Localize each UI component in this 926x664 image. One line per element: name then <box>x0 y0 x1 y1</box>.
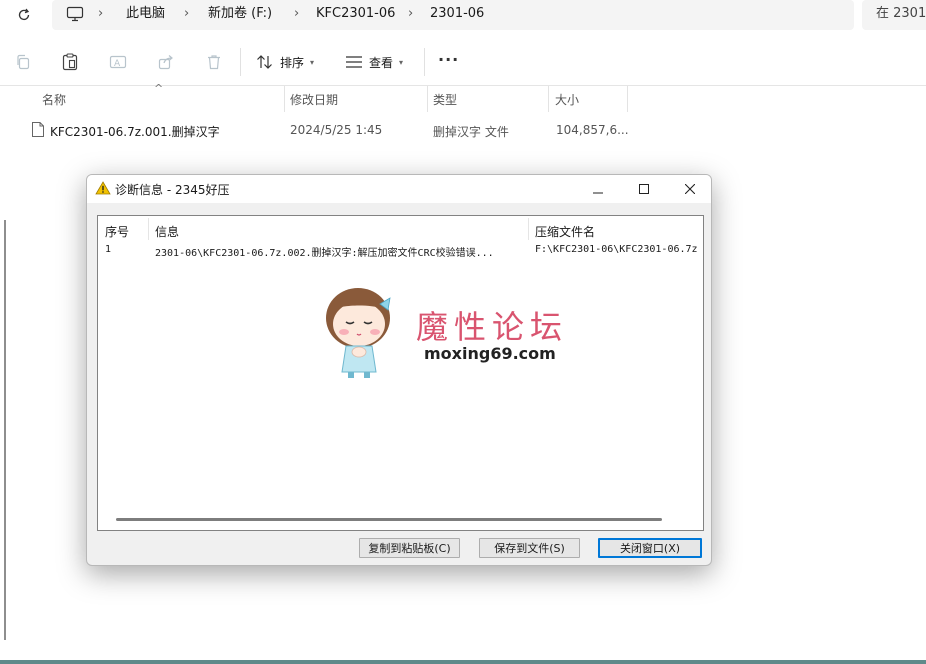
row-archive: F:\KFC2301-06\KFC2301-06.7z <box>535 244 698 255</box>
row-index: 1 <box>105 244 112 255</box>
mascot-logo <box>318 280 404 383</box>
dialog-titlebar[interactable]: 诊断信息 - 2345好压 <box>87 175 711 203</box>
maximize-icon <box>639 184 649 194</box>
chevron-down-icon: ▾ <box>399 57 404 67</box>
view-icon <box>346 56 362 68</box>
command-bar: A 排序 ▾ 查看 ▾ ··· <box>0 38 926 86</box>
breadcrumb-item-subfolder[interactable]: 2301-06 <box>430 6 484 22</box>
toolbar-divider <box>240 48 241 76</box>
sort-label: 排序 <box>280 55 305 70</box>
column-divider[interactable] <box>548 86 549 112</box>
sort-icon <box>257 55 272 69</box>
search-placeholder: 在 2301 <box>876 6 926 21</box>
file-type: 删掉汉字 文件 <box>433 125 509 139</box>
horizontal-scrollbar[interactable] <box>116 518 662 521</box>
chevron-right-icon: › <box>184 6 190 21</box>
file-date: 2024/5/25 1:45 <box>290 123 383 137</box>
chevron-down-icon: ▾ <box>310 57 315 67</box>
column-header-info[interactable]: 信息 <box>155 223 179 240</box>
address-bar: › 此电脑 › 新加卷 (F:) › KFC2301-06 › 2301-06 … <box>0 0 926 30</box>
minimize-button[interactable] <box>575 175 621 203</box>
column-divider[interactable] <box>427 86 428 112</box>
chevron-right-icon: › <box>98 6 104 21</box>
breadcrumb-item-folder[interactable]: KFC2301-06 <box>316 6 395 22</box>
refresh-button[interactable] <box>14 5 34 25</box>
chevron-right-icon: › <box>294 6 300 21</box>
copy-icon[interactable] <box>12 51 34 73</box>
refresh-icon <box>18 8 30 21</box>
paste-icon[interactable] <box>59 51 81 73</box>
view-label: 查看 <box>369 55 394 70</box>
dialog-title: 诊断信息 - 2345好压 <box>115 183 230 197</box>
breadcrumb-item-drive[interactable]: 新加卷 (F:) <box>208 6 272 22</box>
column-divider[interactable] <box>627 86 628 112</box>
file-icon <box>31 121 45 141</box>
save-to-file-button[interactable]: 保存到文件(S) <box>479 538 580 558</box>
close-button[interactable] <box>667 175 711 203</box>
watermark-title: 魔性论坛 <box>416 308 569 346</box>
toolbar-divider <box>424 48 425 76</box>
svg-text:A: A <box>114 59 121 69</box>
file-row[interactable]: KFC2301-06.7z.001.删掉汉字 2024/5/25 1:45 删掉… <box>28 118 648 142</box>
close-window-button[interactable]: 关闭窗口(X) <box>598 538 702 558</box>
column-divider[interactable] <box>528 218 529 240</box>
file-size: 104,857,6... <box>556 123 629 137</box>
breadcrumb-item-this-pc[interactable]: 此电脑 <box>126 6 165 22</box>
column-header-archive[interactable]: 压缩文件名 <box>535 223 595 240</box>
column-divider[interactable] <box>148 218 149 240</box>
column-header-name[interactable]: 名称 <box>42 91 66 108</box>
copy-to-clipboard-button[interactable]: 复制到粘贴板(C) <box>359 538 460 558</box>
view-button[interactable]: 查看 ▾ <box>345 50 403 74</box>
column-header-type[interactable]: 类型 <box>433 91 457 108</box>
more-options-icon[interactable]: ··· <box>438 50 459 69</box>
breadcrumb[interactable]: › 此电脑 › 新加卷 (F:) › KFC2301-06 › 2301-06 <box>52 0 854 30</box>
column-header-index[interactable]: 序号 <box>105 223 129 240</box>
delete-icon[interactable] <box>203 51 225 73</box>
column-divider[interactable] <box>284 86 285 112</box>
row-info: 2301-06\KFC2301-06.7z.002.删掉汉字:解压加密文件CRC… <box>155 248 494 259</box>
share-icon[interactable] <box>155 51 177 73</box>
warning-icon <box>95 181 111 198</box>
sort-ascending-icon: ^ <box>154 82 164 95</box>
taskbar-edge <box>0 660 926 664</box>
file-name: KFC2301-06.7z.001.删掉汉字 <box>50 125 220 139</box>
column-header-date[interactable]: 修改日期 <box>290 91 338 108</box>
close-icon <box>685 184 695 194</box>
chevron-right-icon: › <box>408 6 414 21</box>
column-header-size[interactable]: 大小 <box>555 91 579 108</box>
sort-button[interactable]: 排序 ▾ <box>256 50 314 74</box>
search-input[interactable]: 在 2301 <box>862 0 926 30</box>
window-edge <box>4 220 6 640</box>
maximize-button[interactable] <box>621 175 667 203</box>
minimize-icon <box>593 192 603 194</box>
watermark-url: moxing69.com <box>424 344 556 363</box>
rename-icon[interactable]: A <box>107 51 129 73</box>
computer-icon <box>66 6 84 25</box>
